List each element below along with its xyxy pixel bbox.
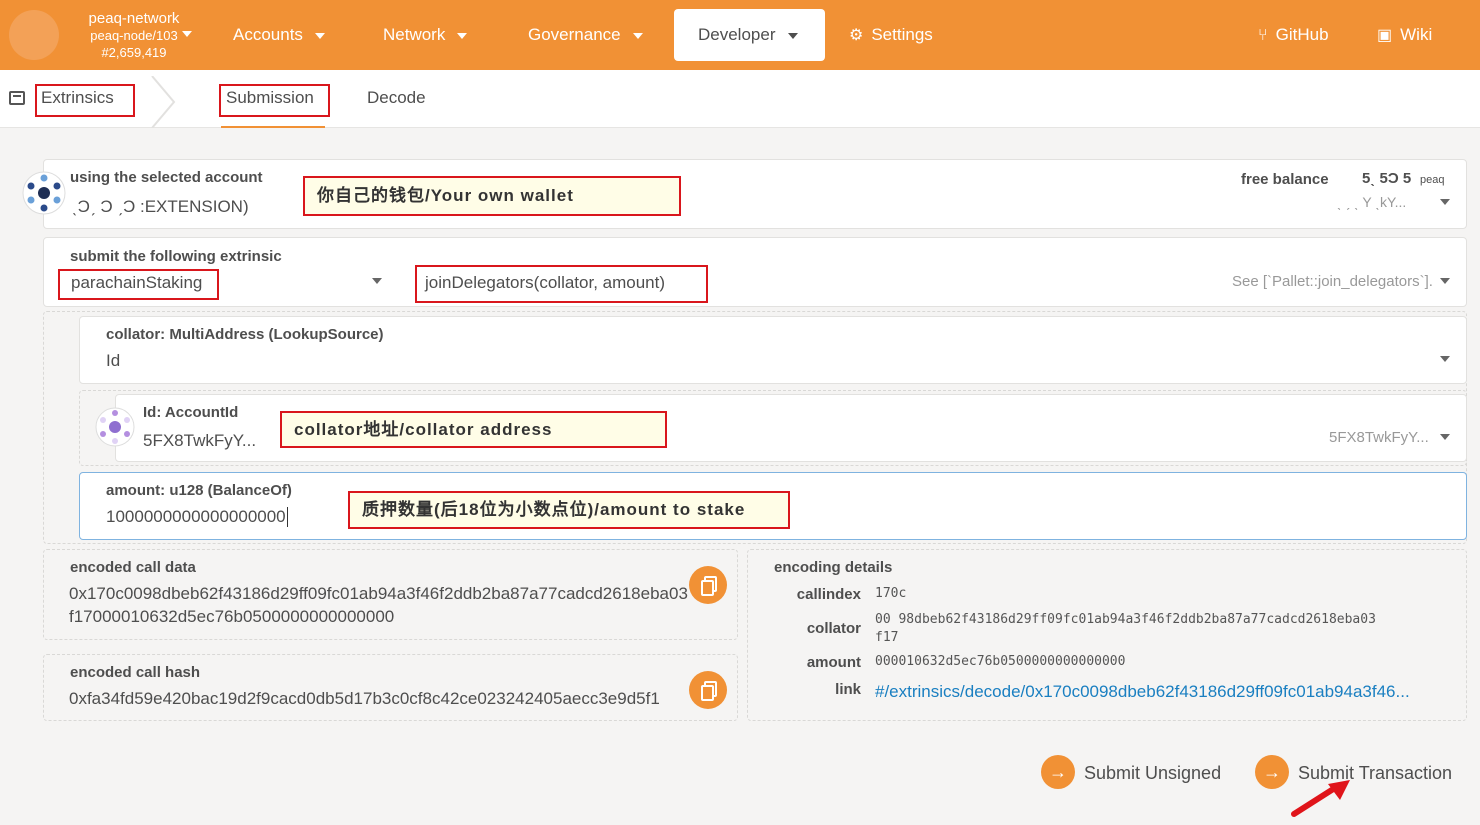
account-name: ˎƆˏ Ɔ ˏƆ :EXTENSION) [72, 197, 249, 216]
encoding-details-label: encoding details [774, 559, 893, 576]
nav-developer[interactable]: Developer [674, 9, 825, 61]
active-tab-indicator [221, 126, 325, 128]
tab-decode[interactable]: Decode [367, 88, 426, 108]
red-arrow-pointer [1291, 780, 1350, 817]
nav-settings[interactable]: ⚙ Settings [849, 9, 933, 61]
highlight-method [415, 265, 708, 303]
account-label: using the selected account [70, 169, 263, 186]
method-doc: See [`Pallet::join_delegators`]. [1232, 273, 1433, 290]
encoded-call-data-label: encoded call data [70, 559, 196, 576]
chevron-down-icon [787, 32, 798, 39]
node-selector[interactable]: peaq-network peaq-node/103 #2,659,419 [74, 10, 194, 61]
collator-id-label: Id: AccountId [143, 404, 239, 421]
nav-github-label: GitHub [1275, 25, 1329, 44]
nav-governance-label: Governance [528, 25, 621, 44]
free-balance-unit: peaq [1420, 174, 1445, 186]
encoded-call-data-line2: f17000010632d5ec76b0500000000000000 [69, 607, 395, 626]
block-number: #2,659,419 [101, 45, 167, 60]
top-navigation-bar: peaq-network peaq-node/103 #2,659,419 Ac… [0, 0, 1480, 70]
chevron-down-icon[interactable] [372, 278, 382, 284]
chain-logo[interactable] [9, 10, 59, 60]
annotation-collator-address: collator地址/collator address [280, 411, 667, 448]
chevron-down-icon [632, 32, 643, 39]
collator-id-value: 5FX8TwkFyY... [143, 431, 257, 450]
collator-detail-value-1: 00 98dbeb62f43186d29ff09fc01ab94a3f46f2d… [875, 612, 1376, 627]
highlight-extrinsics [35, 84, 135, 117]
highlight-pallet [58, 269, 219, 300]
decode-link[interactable]: #/extrinsics/decode/0x170c0098dbeb62f431… [875, 682, 1410, 702]
chevron-down-icon [457, 32, 468, 39]
submit-unsigned-label: Submit Unsigned [1084, 763, 1222, 783]
collator-type-value: Id [106, 351, 121, 370]
gears-icon: ⚙ [849, 27, 864, 44]
account-identicon [22, 171, 66, 215]
free-balance-value: 5ˎ 5Ɔ 5 [1362, 170, 1412, 187]
node-version: peaq-node/103 [90, 28, 178, 43]
annotation-amount: 质押数量(后18位为小数点位)/amount to stake [348, 491, 790, 529]
collator-detail-label: collator [806, 620, 861, 637]
nav-wiki-label: Wiki [1400, 25, 1433, 44]
encoded-call-data-line1: 0x170c0098dbeb62f43186d29ff09fc01ab94a3f… [69, 584, 688, 603]
highlight-submission [219, 84, 330, 117]
nav-github[interactable]: ⑂ GitHub [1258, 9, 1329, 61]
nav-accounts[interactable]: Accounts [233, 9, 325, 61]
book-icon: ▣ [1377, 27, 1393, 44]
chain-name: peaq-network [88, 10, 180, 27]
chevron-down-icon [314, 32, 325, 39]
chevron-down-icon[interactable] [1440, 199, 1450, 205]
collator-detail-value-2: f17 [875, 630, 899, 645]
nav-network-label: Network [383, 25, 446, 44]
copy-call-data-button[interactable] [689, 566, 727, 604]
nav-wiki[interactable]: ▣ Wiki [1377, 9, 1432, 61]
collator-identicon [95, 407, 135, 447]
copy-call-hash-button[interactable] [689, 671, 727, 709]
account-address: ˎ ˏ ˎ Y ˎkY... [1337, 194, 1407, 210]
link-detail-label: link [835, 681, 861, 698]
extrinsic-label: submit the following extrinsic [70, 248, 282, 265]
chevron-down-icon[interactable] [1440, 356, 1450, 362]
amount-label: amount: u128 (BalanceOf) [106, 482, 292, 499]
collator-id-value-right: 5FX8TwkFyY... [1329, 429, 1429, 446]
chevron-down-icon[interactable] [182, 31, 192, 37]
callindex-value: 170c [875, 586, 907, 601]
amount-detail-label: amount [806, 654, 861, 671]
nav-governance[interactable]: Governance [528, 9, 643, 61]
nav-accounts-label: Accounts [233, 25, 303, 44]
nav-developer-label: Developer [698, 25, 776, 44]
encoded-call-hash-label: encoded call hash [70, 664, 201, 681]
free-balance-label: free balance [1241, 171, 1329, 188]
nav-network[interactable]: Network [383, 9, 468, 61]
chevron-down-icon[interactable] [1440, 278, 1450, 284]
envelope-icon [9, 91, 25, 105]
amount-detail-value: 000010632d5ec76b0500000000000000 [875, 654, 1126, 669]
sign-in-icon [1041, 755, 1075, 789]
breadcrumb-divider [151, 76, 176, 128]
annotation-own-wallet: 你自己的钱包/Your own wallet [303, 176, 681, 216]
chevron-down-icon[interactable] [1440, 434, 1450, 440]
encoded-call-hash-value: 0xfa34fd59e420bac19d2f9cacd0db5d17b3c0cf… [69, 689, 660, 708]
callindex-label: callindex [796, 586, 861, 603]
collator-label: collator: MultiAddress (LookupSource) [106, 326, 384, 343]
code-branch-icon: ⑂ [1258, 27, 1268, 44]
sign-in-icon [1255, 755, 1289, 789]
nav-settings-label: Settings [871, 25, 933, 44]
amount-input[interactable]: 1000000000000000000 [106, 507, 288, 527]
